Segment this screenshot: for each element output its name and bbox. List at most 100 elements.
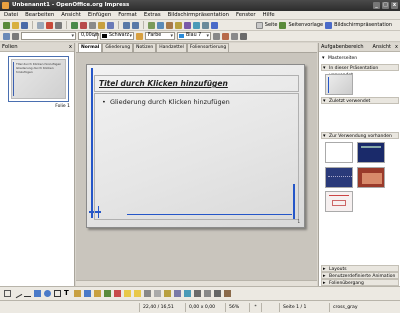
points-icon[interactable] xyxy=(144,290,151,297)
from-file-icon[interactable] xyxy=(174,290,181,297)
line-style-icon[interactable] xyxy=(3,32,10,40)
line-color-select[interactable]: Schwarz xyxy=(100,32,134,40)
menu-format[interactable]: Format xyxy=(118,12,137,18)
section-folienuebergang[interactable]: Folienübergang xyxy=(321,279,399,287)
section-zuletzt[interactable]: Zuletzt verwendet xyxy=(321,97,399,105)
fontwork-draw-icon[interactable] xyxy=(164,290,171,297)
arrow-style-icon[interactable] xyxy=(12,32,19,40)
rotate-draw-icon[interactable] xyxy=(194,290,201,297)
menu-datei[interactable]: Datei xyxy=(4,12,18,18)
menu-einfuegen[interactable]: Einfügen xyxy=(88,12,111,18)
callouts-icon[interactable] xyxy=(124,290,131,297)
ellipse-icon[interactable] xyxy=(44,290,51,297)
master-page-blue-dots[interactable] xyxy=(325,167,353,188)
stars-icon[interactable] xyxy=(134,290,141,297)
connector-icon[interactable] xyxy=(74,290,81,297)
edit-file-icon[interactable] xyxy=(37,21,44,29)
navigator-icon[interactable] xyxy=(184,21,191,29)
rotate-icon[interactable] xyxy=(222,32,229,40)
seitenvorlage-button[interactable]: Seitenvorlage xyxy=(288,22,323,28)
outline-placeholder[interactable]: • Gliederung durch Klicken hinzufügen xyxy=(94,93,299,220)
open-folder-icon[interactable] xyxy=(12,21,19,29)
section-masterseiten[interactable]: Masterseiten xyxy=(321,55,399,62)
rectangle-icon[interactable] xyxy=(34,290,41,297)
slide-icon[interactable] xyxy=(255,21,263,29)
menu-bildschirmpraesentation[interactable]: Bildschirmpräsentation xyxy=(168,12,229,18)
section-animation[interactable]: Benutzerdefinierte Animation xyxy=(321,272,399,280)
tab-gliederung[interactable]: Gliederung xyxy=(102,43,134,52)
cut-icon[interactable] xyxy=(80,21,87,29)
menu-extras[interactable]: Extras xyxy=(144,12,161,18)
spellcheck-icon[interactable] xyxy=(71,21,78,29)
slide-canvas[interactable]: Titel durch Klicken hinzufügen • Glieder… xyxy=(76,53,317,286)
close-window-icon[interactable]: x xyxy=(391,2,398,9)
minimize-icon[interactable]: _ xyxy=(373,2,380,9)
fill-type-select[interactable]: Farbe xyxy=(145,32,175,40)
maximize-icon[interactable]: □ xyxy=(382,2,389,9)
tab-handzettel[interactable]: Handzettel xyxy=(156,43,187,52)
tab-notizen[interactable]: Notizen xyxy=(133,43,157,52)
print-icon[interactable] xyxy=(55,21,62,29)
gallery-icon[interactable] xyxy=(193,21,200,29)
shadow-icon[interactable] xyxy=(213,32,220,40)
arrow-line-icon[interactable] xyxy=(24,290,31,297)
image-icon[interactable] xyxy=(166,21,173,29)
menu-bearbeiten[interactable]: Bearbeiten xyxy=(25,12,54,18)
close-task-pane-icon[interactable]: x xyxy=(395,43,398,52)
line-style-select[interactable] xyxy=(21,32,76,40)
bildschirmpraesentation-button[interactable]: Bildschirmpräsentation xyxy=(334,22,392,28)
master-page-light[interactable] xyxy=(325,191,353,212)
presentation-icon[interactable] xyxy=(325,21,333,29)
line-tool-icon[interactable] xyxy=(12,288,23,299)
align-draw-icon[interactable] xyxy=(204,290,211,297)
redo-icon[interactable] xyxy=(132,21,139,29)
zoom-icon[interactable] xyxy=(202,21,209,29)
basic-shapes-icon[interactable] xyxy=(84,290,91,297)
title-placeholder[interactable]: Titel durch Klicken hinzufügen xyxy=(94,75,299,92)
section-vorhanden[interactable]: Zur Verwendung vorhanden xyxy=(321,132,399,140)
tab-normal[interactable]: Normal xyxy=(78,43,103,52)
close-pane-icon[interactable]: x xyxy=(69,43,72,52)
section-in-praesentation[interactable]: In dieser Präsentation verwendet xyxy=(321,64,399,78)
help-icon[interactable] xyxy=(211,21,218,29)
seite-button[interactable]: Seite xyxy=(265,22,278,28)
master-page-red[interactable] xyxy=(357,167,385,188)
align-icon[interactable] xyxy=(231,32,238,40)
fontwork-icon[interactable] xyxy=(175,21,182,29)
format-paintbrush-icon[interactable] xyxy=(107,21,114,29)
menu-fenster[interactable]: Fenster xyxy=(236,12,256,18)
line-width-field[interactable]: 0,00cm xyxy=(78,32,99,40)
extrusion-icon[interactable] xyxy=(224,290,231,297)
gallery-draw-icon[interactable] xyxy=(184,290,191,297)
glue-points-icon[interactable] xyxy=(154,290,161,297)
menu-hilfe[interactable]: Hilfe xyxy=(263,12,275,18)
curve-icon[interactable] xyxy=(54,290,61,297)
export-pdf-icon[interactable] xyxy=(46,21,53,29)
paste-icon[interactable] xyxy=(98,21,105,29)
copy-icon[interactable] xyxy=(89,21,96,29)
master-page-icon[interactable] xyxy=(279,21,287,29)
zoom-level[interactable]: 56% xyxy=(226,302,250,312)
undo-icon[interactable] xyxy=(123,21,130,29)
text-tool-icon[interactable]: T xyxy=(64,290,71,297)
master-page-dark-blue[interactable] xyxy=(357,142,385,163)
select-arrow-icon[interactable] xyxy=(4,290,11,297)
arrange-draw-icon[interactable] xyxy=(214,290,221,297)
fill-color-select[interactable]: Blau 7 xyxy=(177,32,211,40)
master-page-current[interactable] xyxy=(325,74,353,95)
slide-thumbnail[interactable]: Titel durch Klicken hinzufügen Gliederun… xyxy=(8,56,69,102)
symbol-shapes-icon[interactable] xyxy=(94,290,101,297)
section-layouts[interactable]: Layouts xyxy=(321,265,399,273)
new-document-icon[interactable] xyxy=(3,21,10,29)
save-icon[interactable] xyxy=(21,21,28,29)
block-arrows-icon[interactable] xyxy=(104,290,111,297)
chart-icon[interactable] xyxy=(148,21,155,29)
task-pane-view-menu[interactable]: Ansicht xyxy=(373,43,391,52)
area-fill-icon[interactable] xyxy=(136,32,143,40)
tab-foliensortierung[interactable]: Foliensortierung xyxy=(186,43,230,52)
master-page-default[interactable] xyxy=(325,142,353,163)
table-icon[interactable] xyxy=(157,21,164,29)
flowchart-icon[interactable] xyxy=(114,290,121,297)
slide[interactable]: Titel durch Klicken hinzufügen • Glieder… xyxy=(86,64,305,228)
menu-ansicht[interactable]: Ansicht xyxy=(61,12,81,18)
